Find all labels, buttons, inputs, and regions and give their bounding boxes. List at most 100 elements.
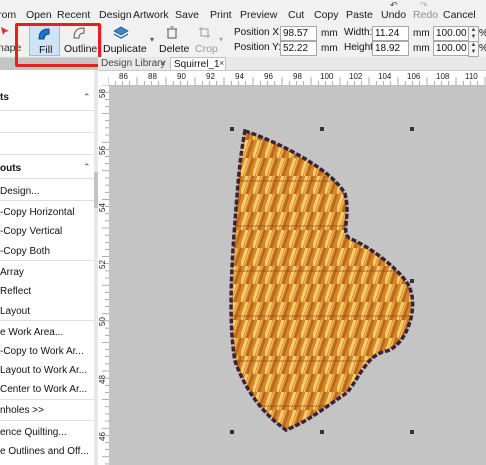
panel-item-echo-quilting[interactable]: ence Quilting... bbox=[0, 427, 94, 438]
paste-button[interactable]: Paste bbox=[346, 9, 373, 21]
position-x-field[interactable]: 98.57 bbox=[280, 26, 317, 41]
undo-icon: ↶ bbox=[390, 0, 398, 10]
position-y-field[interactable]: 52.22 bbox=[280, 41, 317, 56]
tab-squirrel[interactable]: Squirrel_1 bbox=[170, 57, 226, 70]
save-button[interactable]: Save bbox=[175, 9, 199, 21]
height-field[interactable]: 18.92 bbox=[372, 41, 409, 56]
panel-item-layout-to-work-area[interactable]: Layout to Work Ar... bbox=[0, 365, 94, 376]
hruler-label: 90 bbox=[177, 72, 186, 81]
vruler-label: 54 bbox=[98, 203, 107, 212]
redo-icon: ↷ bbox=[420, 0, 428, 10]
panel-divider bbox=[0, 420, 94, 421]
position-y-unit: mm bbox=[321, 43, 338, 54]
height-label: Height: bbox=[344, 42, 376, 53]
position-x-label: Position X: bbox=[234, 27, 282, 38]
ribbon-separator bbox=[101, 24, 102, 56]
panel-item-center-to-work-area[interactable]: Center to Work Ar... bbox=[0, 384, 94, 395]
selection-handle[interactable] bbox=[410, 430, 414, 434]
open-button[interactable]: Open bbox=[26, 9, 52, 21]
width-label: Width: bbox=[344, 27, 373, 38]
chevron-up-icon[interactable]: ⌃ bbox=[83, 92, 91, 103]
hruler-label: 86 bbox=[119, 72, 128, 81]
design-canvas[interactable] bbox=[109, 86, 486, 465]
scale-height-unit: % bbox=[479, 43, 486, 54]
selection-handle[interactable] bbox=[410, 127, 414, 131]
cut-button[interactable]: Cut bbox=[288, 9, 304, 21]
scale-width-spinner[interactable]: ▲ ▼ bbox=[468, 26, 479, 42]
shape-arrow-icon[interactable] bbox=[0, 26, 12, 36]
selection-handle[interactable] bbox=[320, 430, 324, 434]
selection-handle[interactable] bbox=[230, 430, 234, 434]
scale-width-field[interactable]: 100.00 bbox=[433, 26, 469, 41]
panel-divider bbox=[0, 399, 94, 400]
panel-item-buttonholes[interactable]: nholes >> bbox=[0, 405, 94, 416]
panel-item-reflect[interactable]: Reflect bbox=[0, 286, 94, 297]
scale-height-spinner[interactable]: ▲ ▼ bbox=[468, 41, 479, 57]
artwork-button[interactable]: Artwork bbox=[133, 9, 169, 21]
delete-button[interactable]: Delete bbox=[159, 43, 189, 55]
panel-section-layouts: outs bbox=[0, 163, 22, 174]
panel-divider bbox=[0, 260, 94, 261]
scale-height-field[interactable]: 100.00 bbox=[433, 41, 469, 56]
panel-item-work-area[interactable]: e Work Area... bbox=[0, 327, 94, 338]
hruler-label: 100 bbox=[320, 72, 334, 81]
hruler-label: 104 bbox=[378, 72, 392, 81]
scale-width-unit: % bbox=[479, 28, 486, 39]
panel-divider bbox=[0, 320, 94, 321]
design-library-close-icon[interactable]: × bbox=[160, 57, 165, 70]
hruler-label: 94 bbox=[235, 72, 244, 81]
cancel-button[interactable]: Cancel bbox=[443, 9, 476, 21]
panel-item-layout[interactable]: Layout bbox=[0, 306, 94, 317]
ribbon-top-row: rom Open Recent Design Artwork Save Prin… bbox=[0, 0, 486, 22]
selection-handle[interactable] bbox=[320, 127, 324, 131]
duplicate-dropdown-icon[interactable]: ▾ bbox=[150, 35, 154, 44]
panel-divider bbox=[0, 110, 94, 111]
panel-divider bbox=[0, 200, 94, 201]
panel-item-outlines-offsets[interactable]: e Outlines and Off... bbox=[0, 446, 94, 457]
hruler-label: 96 bbox=[264, 72, 273, 81]
hruler-label: 92 bbox=[206, 72, 215, 81]
horizontal-ruler: 86 88 90 92 94 96 98 100 102 104 106 108… bbox=[108, 71, 486, 86]
panel-divider bbox=[0, 154, 94, 155]
chevron-up-icon[interactable]: ⌃ bbox=[83, 162, 91, 173]
vruler-label: 46 bbox=[98, 432, 107, 441]
hruler-label: 102 bbox=[349, 72, 363, 81]
squirrel-close-icon[interactable]: × bbox=[219, 57, 224, 70]
left-panel: ts outs Design... -Copy Horizontal -Copy… bbox=[0, 70, 94, 465]
width-unit: mm bbox=[413, 28, 430, 39]
selection-handle[interactable] bbox=[410, 279, 414, 283]
crop-button[interactable]: Crop bbox=[195, 43, 218, 55]
hruler-label: 88 bbox=[148, 72, 157, 81]
recent-button[interactable]: Recent bbox=[57, 9, 90, 21]
panel-item-design[interactable]: Design... bbox=[0, 186, 94, 197]
position-y-label: Position Y: bbox=[234, 42, 282, 53]
from-button[interactable]: rom bbox=[0, 9, 16, 21]
panel-item-copy-vertical[interactable]: -Copy Vertical bbox=[0, 226, 94, 237]
width-field[interactable]: 11.24 bbox=[372, 26, 409, 41]
delete-icon[interactable] bbox=[166, 26, 178, 39]
tab-design-library[interactable]: Design Library bbox=[101, 57, 165, 70]
panel-item-copy-horizontal[interactable]: -Copy Horizontal bbox=[0, 207, 94, 218]
selection-handle[interactable] bbox=[230, 127, 234, 131]
vruler-label: 48 bbox=[98, 375, 107, 384]
hruler-label: 108 bbox=[436, 72, 450, 81]
design-button[interactable]: Design bbox=[99, 9, 132, 21]
panel-item-copy-to-work-area[interactable]: -Copy to Work Ar... bbox=[0, 346, 94, 357]
panel-item-copy-both[interactable]: -Copy Both bbox=[0, 246, 94, 257]
embroidery-shape[interactable] bbox=[109, 86, 486, 465]
print-button[interactable]: Print bbox=[210, 9, 232, 21]
panel-item-array[interactable]: Array bbox=[0, 267, 94, 278]
fill-stitch-area[interactable] bbox=[231, 131, 413, 430]
vruler-label: 58 bbox=[98, 89, 107, 98]
panel-section-header: ts bbox=[0, 92, 9, 103]
tab-squirrel-label: Squirrel_1 bbox=[174, 59, 220, 70]
duplicate-button[interactable]: Duplicate bbox=[103, 43, 147, 55]
preview-button[interactable]: Preview bbox=[240, 9, 277, 21]
panel-divider bbox=[0, 178, 94, 179]
vruler-label: 56 bbox=[98, 146, 107, 155]
hruler-label: 106 bbox=[407, 72, 421, 81]
copy-button[interactable]: Copy bbox=[314, 9, 339, 21]
panel-divider bbox=[0, 132, 94, 133]
vertical-ruler-ticks bbox=[102, 85, 109, 465]
duplicate-icon[interactable] bbox=[113, 26, 129, 40]
